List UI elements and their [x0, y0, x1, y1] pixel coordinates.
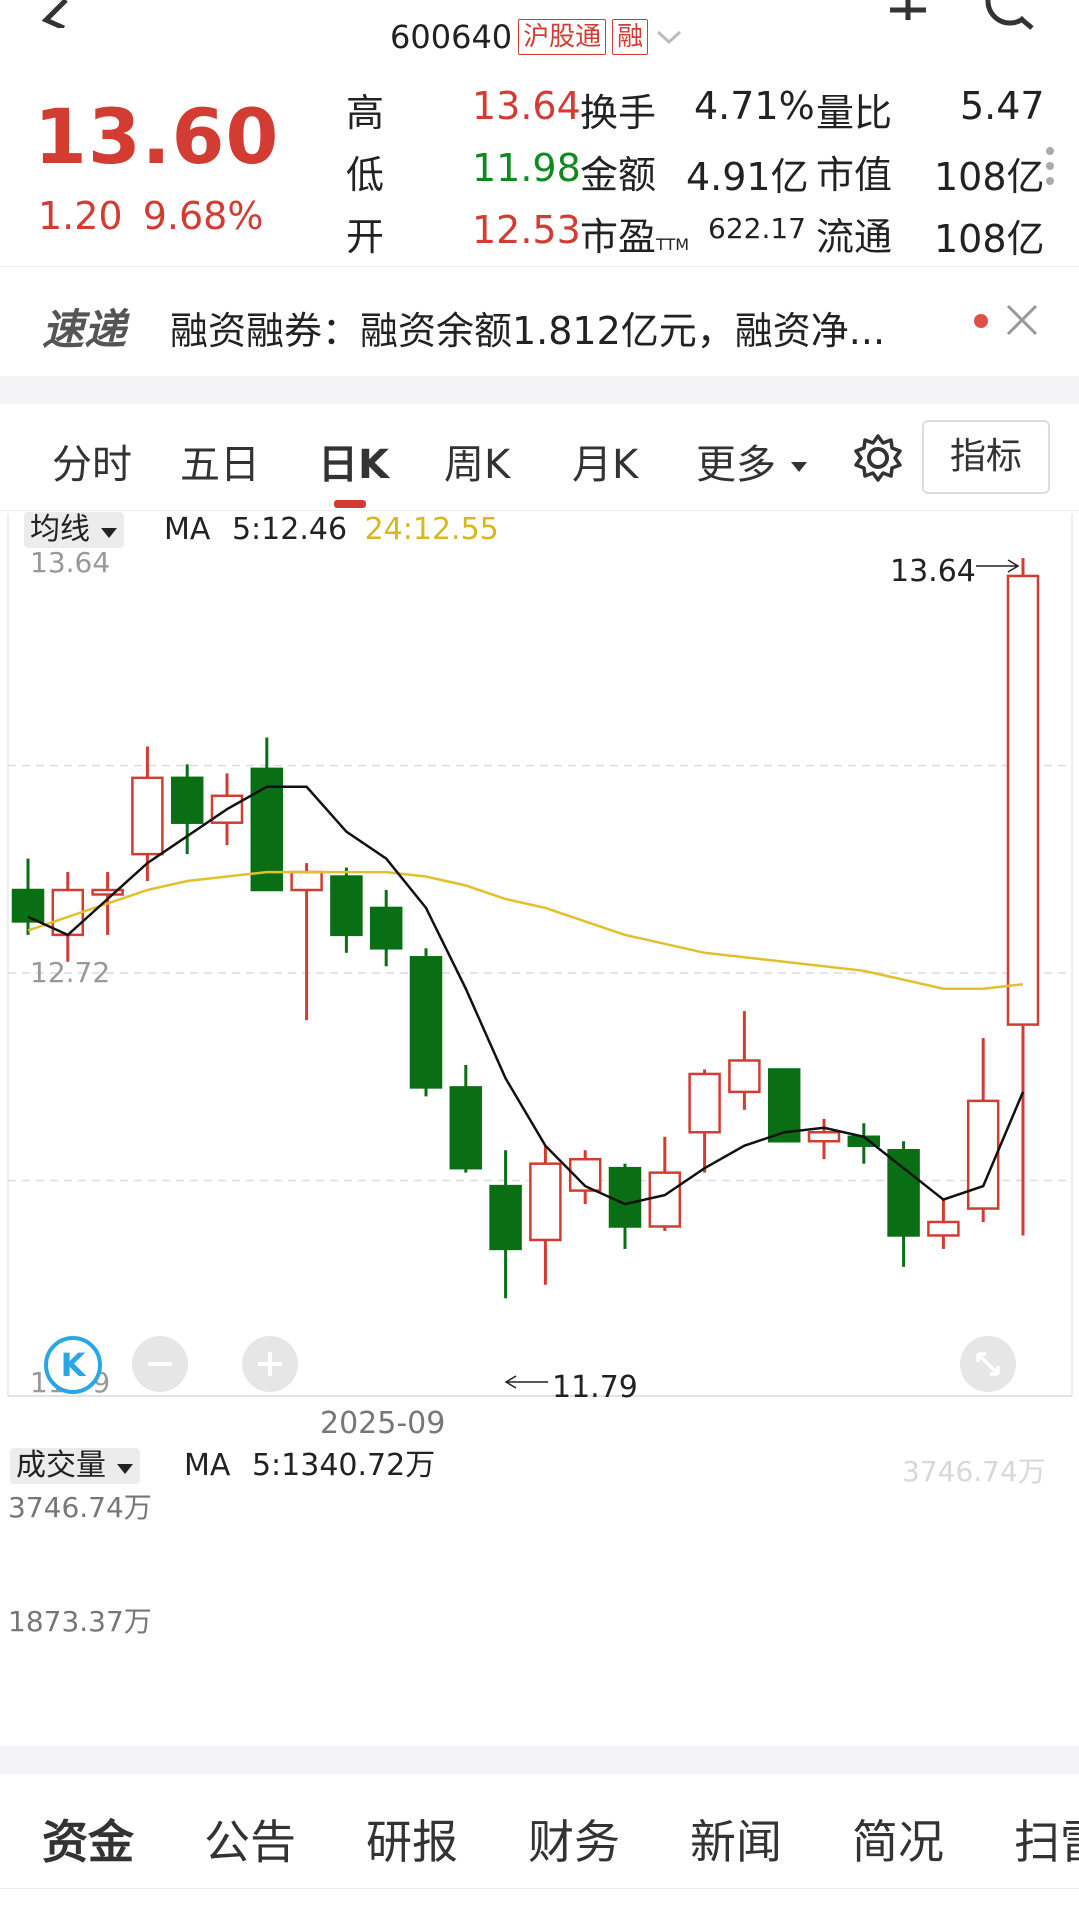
volume-top-label: 3746.74万: [8, 1491, 152, 1524]
candle-body-18: [728, 1059, 761, 1094]
candle-body-15: [608, 1166, 642, 1228]
volume-selector-label: 成交量: [16, 1448, 106, 1483]
y-axis-top-label: 13.64: [30, 546, 111, 579]
candle-body-12: [489, 1184, 522, 1251]
caret-down-icon: [116, 1464, 133, 1474]
volume-top-right-label: 3746.74万: [902, 1455, 1046, 1488]
volume-ma-label: MA: [184, 1448, 231, 1483]
zoom-out-icon[interactable]: [130, 1334, 190, 1394]
tab-announcements[interactable]: 公告: [204, 1806, 296, 1872]
tab-financials[interactable]: 财务: [528, 1806, 620, 1872]
ma24-line: [27, 870, 1024, 990]
bottom-tabs: 资金 公告 研报 财务 新闻 简况 扫雷: [0, 1776, 1079, 1886]
tab-risk-scan[interactable]: 扫雷: [1014, 1806, 1079, 1872]
section-gap: [0, 1746, 1079, 1774]
candle-body-13: [529, 1162, 562, 1242]
candle-body-11: [449, 1086, 483, 1170]
divider: [0, 1888, 1079, 1889]
candle-body-7: [290, 870, 323, 892]
svg-text:K: K: [61, 1346, 87, 1384]
tab-news[interactable]: 新闻: [690, 1806, 782, 1872]
max-price-label: 13.64: [890, 554, 976, 589]
ma-selector[interactable]: 均线: [24, 512, 124, 548]
candle-body-25: [1006, 574, 1040, 1026]
zoom-in-icon[interactable]: [240, 1334, 300, 1394]
ma24-legend: 24:12.55: [364, 512, 499, 547]
candle-body-20: [807, 1131, 841, 1143]
candle-body-10: [409, 956, 443, 1089]
min-arrow: [504, 1375, 548, 1389]
k-logo-icon[interactable]: K: [42, 1334, 104, 1396]
caret-down-icon: [100, 528, 117, 538]
candle-body-3: [131, 776, 164, 856]
volume-ma-legend: MA 5:1340.72万: [184, 1448, 435, 1484]
candle-body-17: [688, 1072, 721, 1134]
max-arrow: [976, 559, 1020, 573]
candle-body-9: [369, 906, 403, 950]
candle-body-0: [11, 888, 45, 923]
volume-selector[interactable]: 成交量: [10, 1448, 140, 1484]
tab-research[interactable]: 研报: [366, 1806, 458, 1872]
candle-body-24: [966, 1099, 1000, 1210]
tab-profile[interactable]: 简况: [852, 1806, 944, 1872]
ma-legend: MA 5:12.46 24:12.55: [164, 512, 499, 548]
candle-body-23: [927, 1220, 960, 1237]
candlestick-chart[interactable]: [0, 0, 1079, 1410]
candle-body-4: [170, 776, 204, 824]
candle-body-22: [887, 1148, 920, 1237]
min-price-label: 11.79: [552, 1370, 638, 1405]
fullscreen-icon[interactable]: [958, 1334, 1018, 1394]
ma-label: MA: [164, 512, 211, 547]
date-label: 2025-09: [320, 1406, 446, 1441]
y-axis-mid-label: 12.72: [30, 956, 111, 989]
ma-selector-label: 均线: [30, 512, 90, 547]
candle-body-8: [330, 875, 363, 937]
ma5-legend: 5:12.46: [231, 512, 348, 547]
volume-mid-label: 1873.37万: [8, 1605, 152, 1638]
tab-funds[interactable]: 资金: [42, 1806, 134, 1872]
candle-body-16: [648, 1171, 682, 1228]
volume-ma5-legend: 5:1340.72万: [251, 1448, 436, 1483]
